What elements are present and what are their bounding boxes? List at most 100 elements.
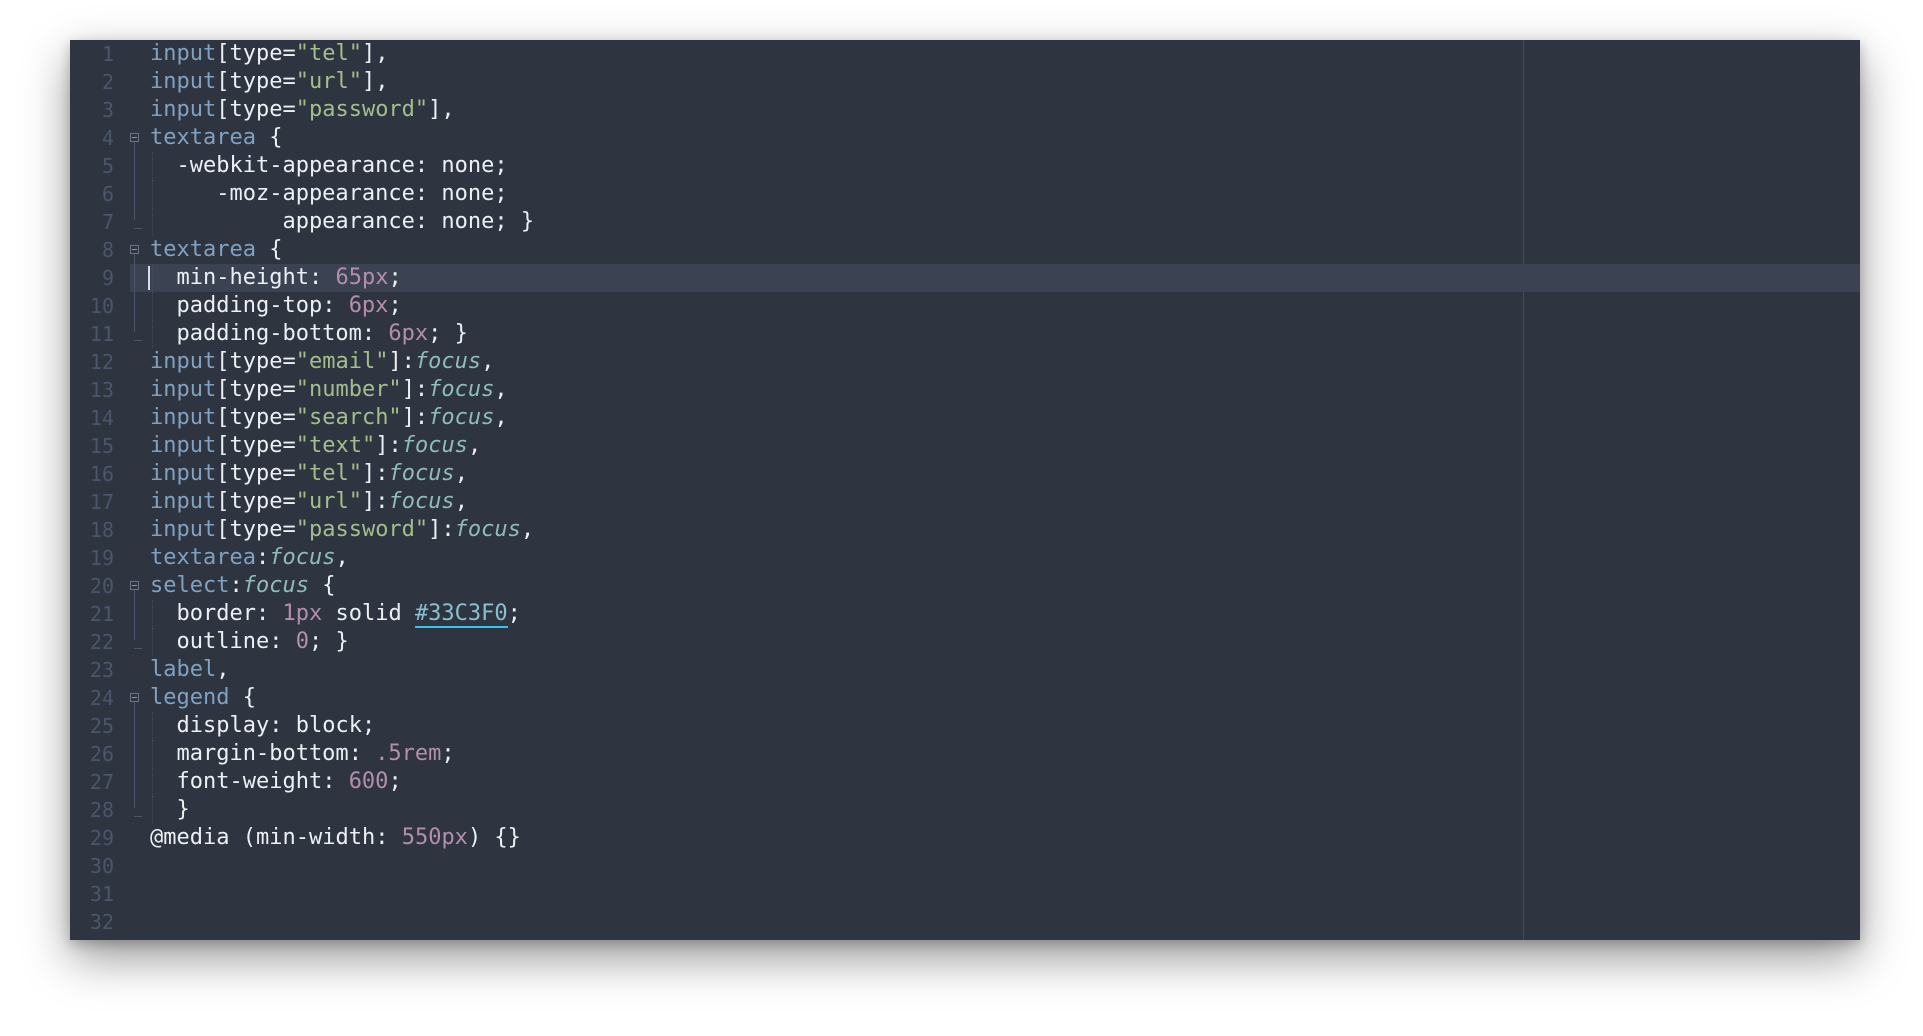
code-token: , [467, 433, 482, 458]
code-token: focus [428, 377, 495, 402]
code-token: [ [216, 461, 230, 486]
code-area[interactable]: input[type="tel"], input[type="url"], inpu… [130, 40, 1860, 940]
code-line[interactable] [130, 908, 1860, 936]
code-token: none [441, 181, 495, 206]
code-token: outline [150, 629, 270, 654]
code-token: "url" [295, 489, 362, 514]
code-token: ; [388, 265, 402, 290]
code-line[interactable]: padding-top: 6px; [130, 292, 1860, 320]
line-number: 4 [101, 126, 114, 150]
code-token: ], [428, 97, 455, 122]
code-line[interactable]: input[type="url"], [130, 68, 1860, 96]
line-number: 5 [101, 154, 114, 178]
code-token: focus [242, 573, 309, 598]
code-token: = [282, 377, 296, 402]
code-token: ; [361, 713, 376, 738]
line-number: 10 [89, 294, 114, 318]
code-token: ( [229, 825, 256, 850]
line-number: 20 [89, 574, 114, 598]
code-line[interactable]: input[type="tel"], [130, 40, 1860, 68]
code-token: [ [216, 517, 230, 542]
code-token: input [150, 377, 217, 402]
code-token: font-weight [150, 769, 323, 794]
code-line[interactable]: input[type="number"]:focus, [130, 376, 1860, 404]
code-token: { [255, 237, 283, 262]
code-token: appearance [150, 209, 415, 234]
code-token: "tel" [295, 461, 362, 486]
code-line[interactable]: -webkit-appearance: none; [130, 152, 1860, 180]
code-token: input [150, 461, 217, 486]
code-line[interactable]: textarea:focus, [130, 544, 1860, 572]
code-line[interactable]: -moz-appearance: none; [130, 180, 1860, 208]
line-number: 19 [89, 546, 114, 570]
line-number: 6 [101, 182, 114, 206]
code-line[interactable]: textarea { [130, 236, 1860, 264]
code-line[interactable]: padding-bottom: 6px; } [130, 320, 1860, 348]
code-line[interactable]: min-height: 65px; [130, 264, 1860, 292]
code-line[interactable]: input[type="url"]:focus, [130, 488, 1860, 516]
code-token: focus [428, 405, 495, 430]
line-number: 31 [89, 882, 114, 906]
code-token: , [216, 657, 230, 682]
code-token: [ [216, 97, 230, 122]
code-token: { [229, 685, 256, 710]
code-line[interactable]: input[type="text"]:focus, [130, 432, 1860, 460]
code-token: type [229, 461, 283, 486]
color-value: #33C3F0 [414, 601, 508, 628]
code-token: { [308, 573, 336, 598]
code-line[interactable]: outline: 0; } [130, 628, 1860, 656]
code-line[interactable]: display: block; [130, 712, 1860, 740]
code-token: ]: [401, 377, 429, 402]
code-line[interactable]: label, [130, 656, 1860, 684]
code-line[interactable] [130, 852, 1860, 880]
code-line[interactable]: margin-bottom: .5rem; [130, 740, 1860, 768]
code-token: ; [388, 769, 402, 794]
code-token: : [308, 265, 336, 290]
code-token: ; [441, 741, 455, 766]
code-token: 550px [401, 825, 468, 850]
code-token: : [269, 713, 296, 738]
code-token: legend [150, 685, 230, 710]
code-token: ; [388, 293, 402, 318]
code-line[interactable]: @media (min-width: 550px) {} [130, 824, 1860, 852]
code-token: = [282, 349, 296, 374]
line-number: 16 [89, 462, 114, 486]
code-token: { [255, 125, 283, 150]
code-line[interactable]: legend { [130, 684, 1860, 712]
line-number: 15 [89, 434, 114, 458]
code-token: ]: [401, 405, 429, 430]
code-token: type [229, 69, 283, 94]
code-line[interactable]: input[type="email"]:focus, [130, 348, 1860, 376]
code-line[interactable]: border: 1px solid #33C3F0; [130, 600, 1860, 628]
code-token: label [150, 657, 217, 682]
code-token: 0 [295, 629, 309, 654]
line-number: 1 [101, 42, 114, 66]
code-token: , [494, 377, 508, 402]
code-token: , [454, 489, 468, 514]
code-line[interactable]: input[type="password"]:focus, [130, 516, 1860, 544]
code-line[interactable]: select:focus { [130, 572, 1860, 600]
code-line[interactable]: input[type="tel"]:focus, [130, 460, 1860, 488]
code-line[interactable]: appearance: none; } [130, 208, 1860, 236]
line-number: 14 [89, 406, 114, 430]
code-token: : [255, 601, 283, 626]
code-token: : [269, 629, 296, 654]
code-line[interactable] [130, 880, 1860, 908]
line-number-gutter[interactable]: 1 2 3 4 5 6 7 8 9 10 11 12 13 14 15 16 17 18 19 20 21 22 23 24 2… [70, 40, 130, 940]
code-token: -moz-appearance [150, 181, 415, 206]
code-line[interactable]: font-weight: 600; [130, 768, 1860, 796]
code-token: input [150, 517, 217, 542]
code-token: ], [361, 69, 389, 94]
code-token: : [414, 153, 442, 178]
code-token: ; [507, 601, 521, 626]
code-token: [ [216, 489, 230, 514]
code-line[interactable]: } [130, 796, 1860, 824]
code-token: focus [454, 517, 521, 542]
code-token: "number" [295, 377, 402, 402]
code-token: ; [494, 181, 508, 206]
code-line[interactable]: textarea { [130, 124, 1860, 152]
code-token: 6px [388, 321, 429, 346]
code-line[interactable]: input[type="password"], [130, 96, 1860, 124]
code-line[interactable]: input[type="search"]:focus, [130, 404, 1860, 432]
code-token: focus [414, 349, 482, 374]
